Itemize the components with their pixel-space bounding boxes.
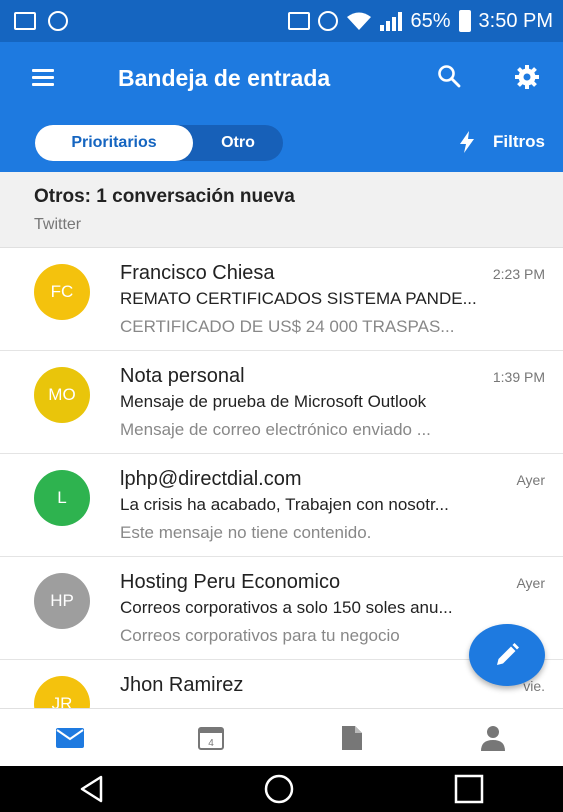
calendar-icon: 4 [198, 726, 225, 750]
avatar: L [34, 470, 90, 526]
avatar: HP [34, 573, 90, 629]
bottom-nav: 4 [0, 708, 563, 766]
nav-files[interactable] [322, 718, 382, 758]
menu-icon[interactable] [32, 69, 54, 87]
vibrate-icon [288, 12, 311, 30]
message-preview: Mensaje de correo electrónico enviado ..… [120, 420, 431, 439]
gallery-notification-icon [14, 12, 36, 30]
clock: 3:50 PM [478, 9, 553, 32]
filters-button[interactable]: Filtros [459, 131, 545, 153]
message-subject: La crisis ha acabado, Trabajen con nosot… [120, 495, 449, 514]
tab-prioritarios[interactable]: Prioritarios [35, 125, 193, 161]
list-item[interactable]: L lphp@directdial.com Ayer La crisis ha … [0, 454, 563, 557]
message-subject: REMATO CERTIFICADOS SISTEMA PANDE... [120, 289, 477, 308]
other-inbox-title: Otros: 1 conversación nueva [34, 186, 295, 207]
message-sender: Hosting Peru Economico [120, 571, 341, 593]
message-sender: Jhon Ramirez [120, 674, 244, 696]
message-sender: lphp@directdial.com [120, 468, 302, 490]
list-item[interactable]: MO Nota personal 1:39 PM Mensaje de prue… [0, 351, 563, 454]
message-time: 1:39 PM [492, 369, 545, 385]
nav-mail[interactable] [40, 718, 100, 758]
mail-icon [56, 727, 85, 748]
message-time: 2:23 PM [492, 266, 545, 282]
svg-text:4: 4 [208, 738, 214, 749]
alarm-icon [318, 11, 339, 31]
status-bar: 65% 3:50 PM [0, 0, 563, 42]
app-bar: Bandeja de entrada [0, 42, 563, 114]
system-nav-bar [0, 766, 563, 812]
avatar: JR [34, 676, 90, 708]
message-subject: Correos corporativos a solo 150 soles an… [120, 598, 453, 617]
compose-button[interactable] [469, 624, 545, 686]
other-inbox-banner[interactable]: Otros: 1 conversación nueva Twitter [0, 172, 563, 248]
filters-label: Filtros [493, 132, 545, 151]
other-inbox-subtitle: Twitter [34, 216, 82, 233]
signal-icon [380, 11, 403, 31]
inbox-segmented-control: Prioritarios Otro [35, 125, 283, 161]
battery-percent: 65% [410, 9, 451, 32]
recents-icon[interactable] [454, 774, 484, 804]
list-item[interactable]: FC Francisco Chiesa 2:23 PM REMATO CERTI… [0, 248, 563, 351]
wifi-icon [347, 12, 372, 30]
person-icon [480, 725, 505, 751]
file-icon [341, 725, 362, 750]
nav-people[interactable] [463, 718, 523, 758]
tab-otro[interactable]: Otro [193, 125, 283, 161]
gear-icon[interactable] [514, 64, 540, 90]
app-notification-icon [48, 11, 68, 31]
message-time: Ayer [516, 575, 545, 591]
avatar: MO [34, 367, 90, 423]
home-icon[interactable] [263, 773, 295, 805]
message-subject: Mensaje de prueba de Microsoft Outlook [120, 392, 427, 411]
back-icon[interactable] [79, 775, 105, 803]
message-time: Ayer [516, 472, 545, 488]
page-title: Bandeja de entrada [118, 64, 331, 91]
pencil-icon [497, 643, 519, 665]
message-preview: Este mensaje no tiene contenido. [120, 523, 372, 542]
message-preview: CERTIFICADO DE US$ 24 000 TRASPAS... [120, 317, 455, 336]
battery-icon [458, 10, 471, 32]
message-sender: Nota personal [120, 365, 245, 387]
search-icon[interactable] [437, 64, 461, 88]
message-sender: Francisco Chiesa [120, 262, 275, 284]
avatar: FC [34, 264, 90, 320]
filter-bar: Prioritarios Otro Filtros [0, 114, 563, 172]
nav-calendar[interactable]: 4 [181, 718, 241, 758]
lightning-icon [460, 131, 475, 153]
